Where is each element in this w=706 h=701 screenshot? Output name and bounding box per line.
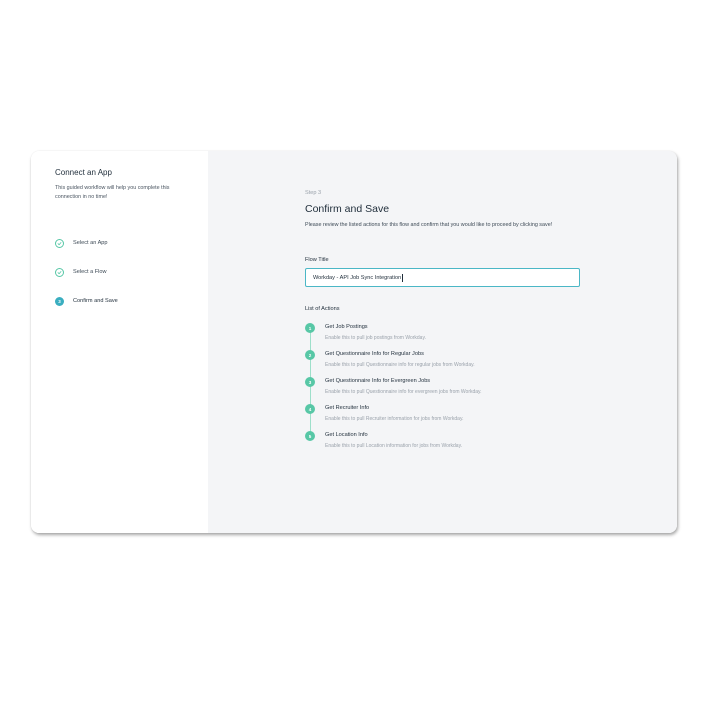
action-number-badge: 2	[305, 350, 315, 360]
sidebar-title: Connect an App	[55, 168, 112, 177]
action-number-badge: 3	[305, 377, 315, 387]
action-description: Enable this to pull Recruiter informatio…	[325, 416, 464, 422]
confirm-panel: Step 3 Confirm and Save Please review th…	[208, 151, 677, 533]
flow-title-label: Flow Title	[305, 257, 329, 263]
action-number-badge: 4	[305, 404, 315, 414]
action-number-badge: 1	[305, 323, 315, 333]
connect-app-card: Connect an App This guided workflow will…	[31, 151, 677, 533]
flow-title-input[interactable]: Workday - API Job Sync Integration	[305, 268, 580, 287]
wizard-step-label: Confirm and Save	[73, 298, 118, 304]
page-description: Please review the listed actions for thi…	[305, 222, 553, 228]
wizard-step-select-flow[interactable]: Select a Flow	[55, 266, 107, 278]
action-number-badge: 5	[305, 431, 315, 441]
actions-list-label: List of Actions	[305, 306, 340, 312]
action-description: Enable this to pull job postings from Wo…	[325, 335, 426, 341]
check-icon	[55, 238, 64, 248]
sidebar-description: This guided workflow will help you compl…	[55, 185, 170, 200]
action-description: Enable this to pull Questionnaire info f…	[325, 389, 482, 395]
text-caret	[402, 273, 403, 282]
wizard-step-label: Select an App	[73, 240, 108, 246]
action-title: Get Questionnaire Info for Evergreen Job…	[325, 378, 431, 384]
action-description: Enable this to pull Questionnaire info f…	[325, 362, 475, 368]
wizard-sidebar: Connect an App This guided workflow will…	[31, 151, 208, 533]
wizard-step-select-app[interactable]: Select an App	[55, 237, 108, 249]
page-title: Confirm and Save	[305, 203, 390, 215]
wizard-step-confirm-save[interactable]: 3 Confirm and Save	[55, 295, 118, 307]
step-indicator: Step 3	[305, 190, 322, 196]
flow-title-value: Workday - API Job Sync Integration	[313, 274, 402, 281]
wizard-step-label: Select a Flow	[73, 269, 107, 275]
action-title: Get Job Postings	[325, 324, 368, 330]
step-number-badge: 3	[55, 296, 64, 306]
action-description: Enable this to pull Location information…	[325, 443, 463, 449]
action-title: Get Location Info	[325, 432, 368, 438]
action-title: Get Questionnaire Info for Regular Jobs	[325, 351, 424, 357]
check-icon	[55, 267, 64, 277]
action-title: Get Recruiter Info	[325, 405, 370, 411]
